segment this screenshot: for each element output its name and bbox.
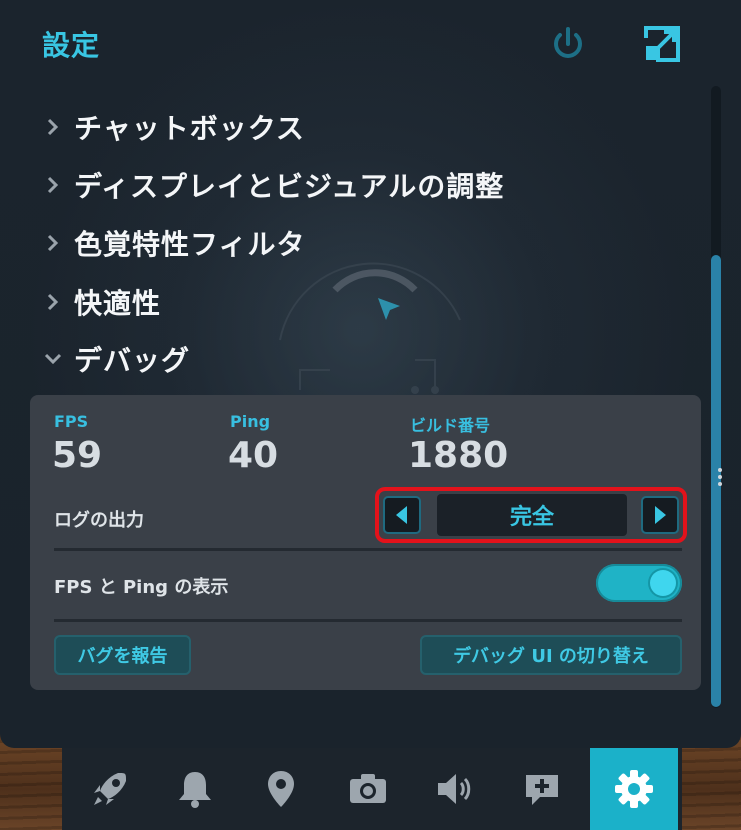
menu-item-label: チャットボックス [74,112,305,145]
menu-item-comfort[interactable]: 快適性 [42,277,161,327]
chevron-down-icon [44,353,62,365]
rocket-icon [94,773,126,805]
tab-sound[interactable] [411,748,499,830]
camera-icon [350,774,386,803]
menu-item-color-filter[interactable]: 色覚特性フィルタ [42,218,305,268]
toggle-debug-ui-button[interactable]: デバッグ UI の切り替え [420,635,682,675]
chevron-right-icon [47,118,59,136]
debug-section: FPS 59 Ping 40 ビルド番号 1880 ログの出力 完全 FPS と… [30,395,701,690]
menu-item-label: 快適性 [74,287,162,320]
fps-label: FPS [54,412,89,431]
chevron-right-icon [47,293,59,311]
expand-icon [644,26,680,62]
divider [54,548,682,551]
fps-value: 59 [52,435,103,476]
chevron-right-icon [47,234,59,252]
caret-right-icon [655,506,666,524]
chevron-right-icon [47,176,59,194]
divider [54,619,682,622]
bell-icon [179,772,211,808]
settings-panel: 設定 チャットボックス ディスプレイとビジュアルの調整 色覚特性フィルタ 快適性… [0,0,741,748]
log-output-value: 完全 [437,494,627,536]
expand-button[interactable] [640,22,684,66]
caret-left-icon [396,506,407,524]
menu-item-debug[interactable]: デバッグ [42,334,190,384]
show-fps-ping-toggle[interactable] [596,564,682,602]
resize-grip-icon[interactable] [716,465,724,491]
power-button[interactable] [548,24,588,64]
panel-title: 設定 [42,29,101,62]
tab-location[interactable] [237,748,325,830]
tab-notifications[interactable] [151,748,239,830]
toggle-knob [650,570,676,596]
menu-item-label: 色覚特性フィルタ [74,228,306,261]
menu-item-display[interactable]: ディスプレイとビジュアルの調整 [42,160,504,210]
tab-chat[interactable] [498,748,586,830]
location-pin-icon [268,771,294,807]
log-output-label: ログの出力 [54,510,144,531]
log-prev-button[interactable] [383,496,421,534]
menu-item-label: デバッグ [74,344,191,377]
menu-item-label: ディスプレイとビジュアルの調整 [74,170,505,203]
ping-value: 40 [228,435,279,476]
chat-add-icon [526,775,558,805]
build-value: 1880 [408,435,509,476]
bottom-tab-bar [62,748,682,830]
speaker-icon [438,774,471,804]
report-bug-button[interactable]: バグを報告 [54,635,191,675]
gear-icon [615,770,653,808]
tab-settings[interactable] [590,748,678,830]
tab-camera[interactable] [324,748,412,830]
tab-rocket[interactable] [66,748,154,830]
log-next-button[interactable] [641,496,679,534]
show-fps-ping-label: FPS と Ping の表示 [54,577,229,598]
power-icon [554,27,582,58]
ping-label: Ping [230,412,271,431]
build-label: ビルド番号 [410,416,491,435]
menu-item-chatbox[interactable]: チャットボックス [42,102,305,152]
